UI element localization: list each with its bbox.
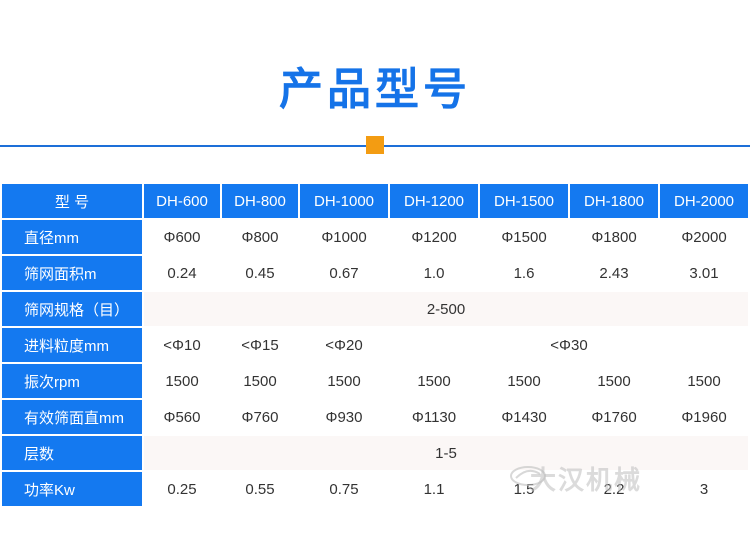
row-label: 进料粒度mm — [2, 328, 142, 362]
header-row: 型 号 DH-600 DH-800 DH-1000 DH-1200 DH-150… — [2, 184, 748, 218]
row-label: 振次rpm — [2, 364, 142, 398]
row-label: 直径mm — [2, 220, 142, 254]
header-label: 型 号 — [2, 184, 142, 218]
table-cell: Φ2000 — [660, 220, 748, 254]
model-header: DH-1000 — [300, 184, 388, 218]
table-cell: 3 — [660, 472, 748, 506]
table-cell: 1500 — [660, 364, 748, 398]
table-cell: Φ760 — [222, 400, 298, 434]
table-row: 功率Kw 0.25 0.55 0.75 1.1 1.5 2.2 3 — [2, 472, 748, 506]
table-cell: 0.55 — [222, 472, 298, 506]
table-cell: 1500 — [480, 364, 568, 398]
table-cell: 1.5 — [480, 472, 568, 506]
table-cell: Φ1760 — [570, 400, 658, 434]
table-row: 层数 1-5 — [2, 436, 748, 470]
table-cell: Φ1430 — [480, 400, 568, 434]
table-row: 筛网规格（目） 2-500 — [2, 292, 748, 326]
row-label: 有效筛面直mm — [2, 400, 142, 434]
row-label: 筛网面积m — [2, 256, 142, 290]
model-header: DH-2000 — [660, 184, 748, 218]
table-row: 振次rpm 1500 1500 1500 1500 1500 1500 1500 — [2, 364, 748, 398]
row-label: 筛网规格（目） — [2, 292, 142, 326]
merged-cell: 1-5 — [144, 436, 748, 470]
model-header: DH-1500 — [480, 184, 568, 218]
table-cell: 1500 — [570, 364, 658, 398]
table-row: 有效筛面直mm Φ560 Φ760 Φ930 Φ1130 Φ1430 Φ1760… — [2, 400, 748, 434]
table-cell: 0.24 — [144, 256, 220, 290]
table-cell: 1500 — [300, 364, 388, 398]
table-cell: 1500 — [222, 364, 298, 398]
table-cell: 1.0 — [390, 256, 478, 290]
table-cell: 1.1 — [390, 472, 478, 506]
table-cell: 1500 — [390, 364, 478, 398]
table-cell: 3.01 — [660, 256, 748, 290]
table-row: 进料粒度mm <Φ10 <Φ15 <Φ20 <Φ30 — [2, 328, 748, 362]
merged-cell: 2-500 — [144, 292, 748, 326]
table-cell: Φ1500 — [480, 220, 568, 254]
table-cell: <Φ10 — [144, 328, 220, 362]
table-cell: 1500 — [144, 364, 220, 398]
table-cell: 2.2 — [570, 472, 658, 506]
model-header: DH-800 — [222, 184, 298, 218]
table-cell: Φ600 — [144, 220, 220, 254]
table-cell: <Φ15 — [222, 328, 298, 362]
model-header: DH-600 — [144, 184, 220, 218]
table-row: 筛网面积m 0.24 0.45 0.67 1.0 1.6 2.43 3.01 — [2, 256, 748, 290]
divider-marker — [366, 136, 384, 154]
table-cell: Φ560 — [144, 400, 220, 434]
table-cell: Φ800 — [222, 220, 298, 254]
table-cell: Φ1200 — [390, 220, 478, 254]
table-cell: 0.67 — [300, 256, 388, 290]
merged-cell: <Φ30 — [390, 328, 748, 362]
spec-table: 型 号 DH-600 DH-800 DH-1000 DH-1200 DH-150… — [0, 182, 750, 508]
model-header: DH-1800 — [570, 184, 658, 218]
table-cell: Φ1960 — [660, 400, 748, 434]
table-cell: 1.6 — [480, 256, 568, 290]
row-label: 功率Kw — [2, 472, 142, 506]
table-cell: 0.45 — [222, 256, 298, 290]
table-cell: Φ1000 — [300, 220, 388, 254]
table-cell: 0.25 — [144, 472, 220, 506]
table-cell: Φ930 — [300, 400, 388, 434]
page-title: 产品型号 — [279, 64, 471, 115]
table-cell: Φ1130 — [390, 400, 478, 434]
model-header: DH-1200 — [390, 184, 478, 218]
table-cell: 0.75 — [300, 472, 388, 506]
table-cell: <Φ20 — [300, 328, 388, 362]
table-cell: Φ1800 — [570, 220, 658, 254]
row-label: 层数 — [2, 436, 142, 470]
table-row: 直径mm Φ600 Φ800 Φ1000 Φ1200 Φ1500 Φ1800 Φ… — [2, 220, 748, 254]
table-cell: 2.43 — [570, 256, 658, 290]
